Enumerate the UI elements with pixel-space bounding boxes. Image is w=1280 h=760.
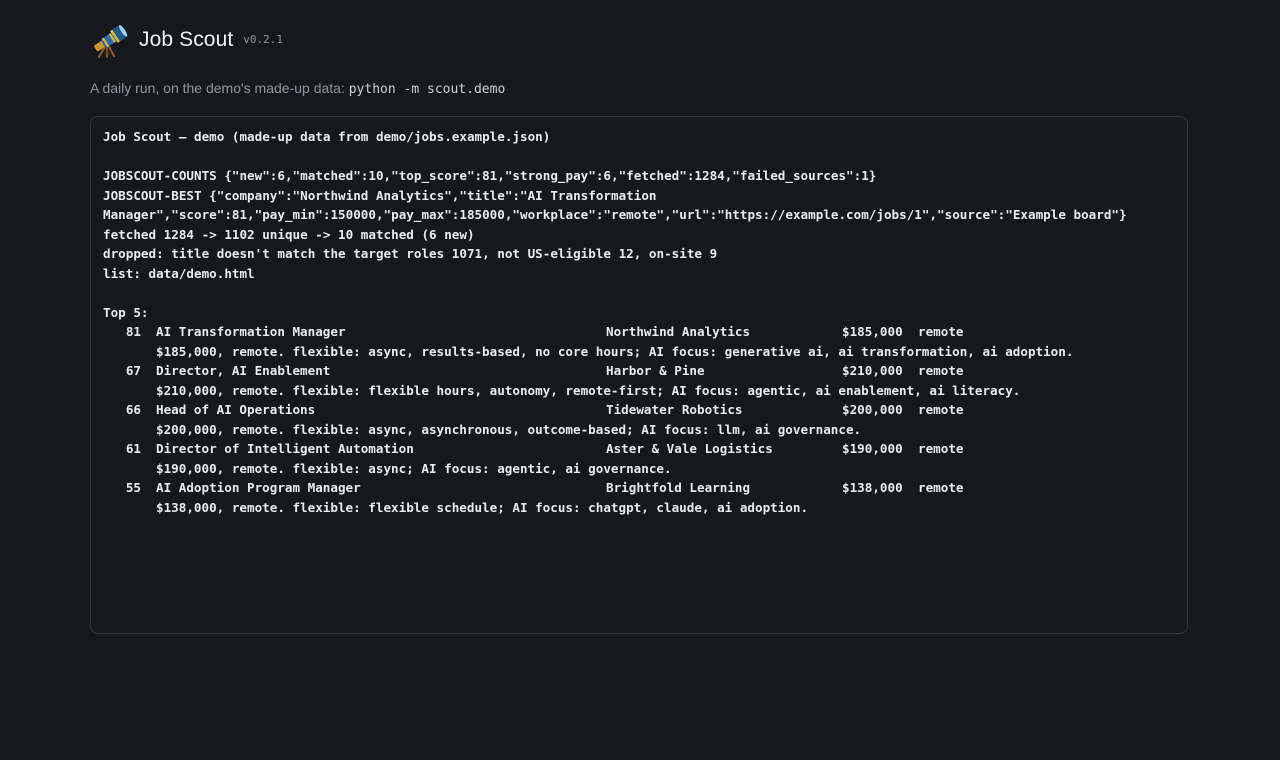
job-title: AI Adoption Program Manager — [156, 480, 361, 495]
job-pay: $190,000 — [842, 441, 903, 456]
job-company: Harbor & Pine — [606, 363, 705, 378]
top-heading: Top 5: — [103, 304, 149, 320]
job-pay: $200,000 — [842, 402, 903, 417]
counts-line: JOBSCOUT-COUNTS {"new":6,"matched":10,"t… — [103, 168, 877, 183]
terminal-output: Job Scout — demo (made-up data from demo… — [90, 116, 1188, 634]
page-subtitle: A daily run, on the demo's made-up data:… — [90, 80, 505, 97]
job-title: Director, AI Enablement — [156, 363, 331, 378]
job-detail: $138,000, remote. flexible: flexible sch… — [156, 499, 809, 515]
list-line: list: data/demo.html — [103, 265, 255, 281]
dropped-line: dropped: title doesn't match the target … — [103, 246, 718, 261]
job-title: Head of AI Operations — [156, 402, 316, 417]
job-workplace: remote — [918, 324, 964, 339]
job-pay: $185,000 — [842, 324, 903, 339]
job-detail: $200,000, remote. flexible: async, async… — [156, 421, 862, 437]
job-workplace: remote — [918, 480, 964, 495]
job-score: 67 — [125, 363, 141, 378]
job-company: Tidewater Robotics — [606, 402, 743, 417]
job-title: Director of Intelligent Automation — [156, 441, 414, 456]
terminal-intro-line: Job Scout — demo (made-up data from demo… — [103, 129, 551, 144]
job-row: 66 Head of AI Operations Tidewater Robot… — [103, 400, 1187, 420]
telescope-icon — [94, 25, 128, 59]
job-workplace: remote — [918, 363, 964, 378]
job-workplace: remote — [918, 402, 964, 417]
job-row: 67 Director, AI Enablement Harbor & Pine… — [103, 361, 1187, 381]
subtitle-text: A daily run, on the demo's made-up data: — [90, 80, 349, 96]
job-pay: $210,000 — [842, 363, 903, 378]
best-line: JOBSCOUT-BEST {"company":"Northwind Anal… — [103, 187, 657, 203]
job-row: 81 AI Transformation Manager Northwind A… — [103, 322, 1187, 342]
job-detail: $185,000, remote. flexible: async, resul… — [156, 343, 1074, 359]
job-detail: $190,000, remote. flexible: async; AI fo… — [156, 460, 672, 476]
job-row: 55 AI Adoption Program Manager Brightfol… — [103, 478, 1187, 498]
job-company: Northwind Analytics — [606, 324, 751, 339]
app-header: Job Scout v0.2.1 — [90, 22, 284, 59]
best-line-continued: Manager","score":81,"pay_min":150000,"pa… — [103, 207, 1127, 222]
job-company: Aster & Vale Logistics — [606, 441, 773, 456]
job-row: 61 Director of Intelligent Automation As… — [103, 439, 1187, 459]
job-pay: $138,000 — [842, 480, 903, 495]
job-score: 55 — [125, 480, 141, 495]
fetched-line: fetched 1284 -> 1102 unique -> 10 matche… — [103, 226, 475, 242]
version-badge: v0.2.1 — [243, 32, 284, 46]
job-workplace: remote — [918, 441, 964, 456]
job-score: 81 — [125, 324, 141, 339]
job-detail: $210,000, remote. flexible: flexible hou… — [156, 382, 1021, 398]
job-company: Brightfold Learning — [606, 480, 751, 495]
app-title: Job Scout — [139, 28, 234, 51]
job-score: 66 — [125, 402, 141, 417]
demo-command: python -m scout.demo — [348, 82, 506, 97]
job-title: AI Transformation Manager — [156, 324, 346, 339]
job-score: 61 — [125, 441, 141, 456]
